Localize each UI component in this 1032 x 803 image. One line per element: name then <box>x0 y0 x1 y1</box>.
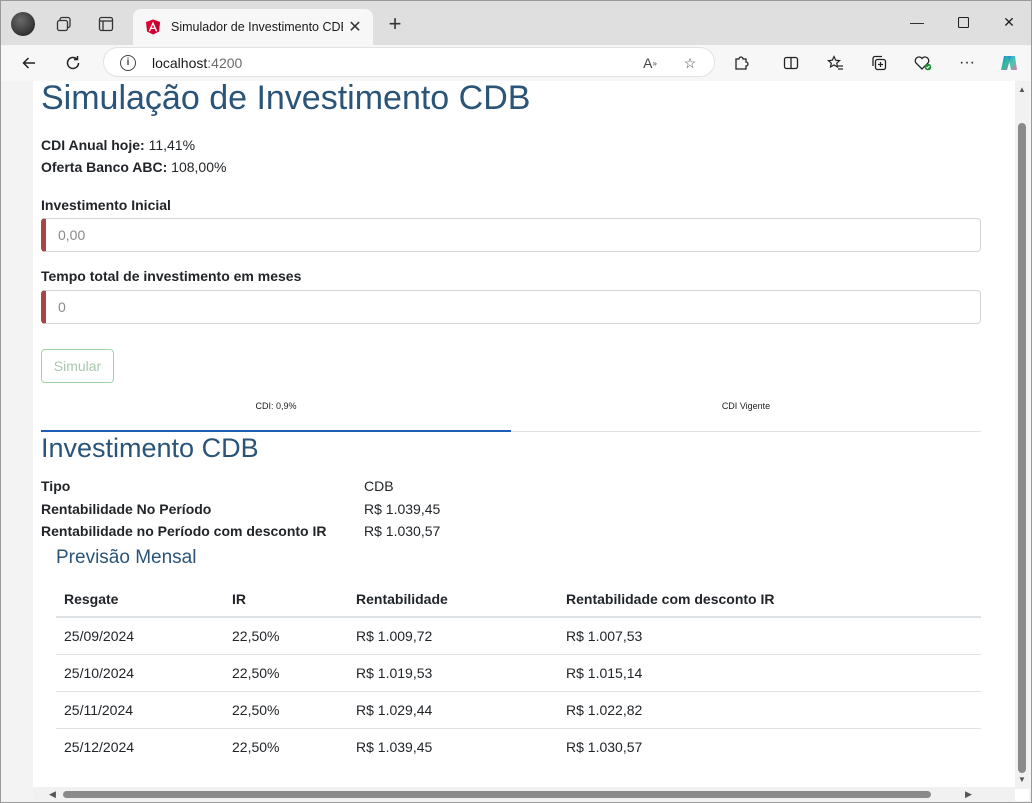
table-cell: 22,50% <box>224 691 348 729</box>
column-header: IR <box>224 580 348 618</box>
extensions-icon[interactable] <box>727 49 755 77</box>
horizontal-scrollbar[interactable]: ◀ ▶ <box>33 787 1015 801</box>
months-field[interactable] <box>41 290 981 324</box>
table-header-row: Resgate IR Rentabilidade Rentabilidade c… <box>56 580 981 618</box>
table-row: 25/10/2024 22,50% R$ 1.019,53 R$ 1.015,1… <box>56 654 981 692</box>
collections-icon[interactable] <box>865 49 893 77</box>
table-cell: R$ 1.015,14 <box>558 654 981 692</box>
table-cell: R$ 1.022,82 <box>558 691 981 729</box>
refresh-icon[interactable] <box>59 49 87 77</box>
page-title: Simulação de Investimento CDB <box>41 81 531 117</box>
tab-title: Simulador de Investimento CDB <box>171 20 343 34</box>
column-header: Resgate <box>56 580 224 618</box>
scroll-up-icon[interactable]: ▲ <box>1017 85 1027 94</box>
tab-strip: Simulador de Investimento CDB ✕ + — ✕ <box>1 1 1031 45</box>
tab-cdi-09[interactable]: CDI: 0,9% <box>41 395 511 432</box>
maximize-icon[interactable] <box>943 9 983 35</box>
cdi-tabs: CDI: 0,9% CDI Vigente <box>41 395 981 432</box>
tab-actions-icon[interactable] <box>93 11 119 37</box>
initial-investment-label: Investimento Inicial <box>41 197 171 213</box>
table-cell: 22,50% <box>224 654 348 692</box>
table-cell: R$ 1.019,53 <box>348 654 558 692</box>
split-screen-icon[interactable] <box>777 49 805 77</box>
table-cell: R$ 1.009,72 <box>348 617 558 655</box>
table-row: 25/09/2024 22,50% R$ 1.009,72 R$ 1.007,5… <box>56 617 981 655</box>
address-bar[interactable]: i localhost:4200 A» ☆ <box>103 47 715 77</box>
favorites-icon[interactable] <box>821 49 849 77</box>
scroll-down-icon[interactable]: ▼ <box>1017 775 1027 784</box>
more-menu-icon[interactable]: ··· <box>953 49 981 77</box>
table-cell: R$ 1.007,53 <box>558 617 981 655</box>
profile-avatar[interactable] <box>11 12 35 36</box>
section-title: Investimento CDB <box>41 433 259 463</box>
table-cell: 25/12/2024 <box>64 738 135 755</box>
table-cell: R$ 1.039,45 <box>356 738 433 755</box>
read-aloud-icon[interactable]: A» <box>640 53 660 73</box>
table-cell: 25/10/2024 <box>56 654 224 692</box>
browser-window: Simulador de Investimento CDB ✕ + — ✕ i … <box>0 0 1032 803</box>
navigation-bar: i localhost:4200 A» ☆ ··· <box>1 45 1031 81</box>
forecast-title: Previsão Mensal <box>56 547 197 568</box>
tab-cdi-vigente[interactable]: CDI Vigente <box>511 395 981 431</box>
workspaces-icon[interactable] <box>51 11 77 37</box>
cdi-info: CDI Anual hoje: 11,41% <box>41 137 196 153</box>
url-text: localhost:4200 <box>152 55 243 71</box>
browser-tab-active[interactable]: Simulador de Investimento CDB ✕ <box>133 9 373 45</box>
horizontal-scroll-thumb[interactable] <box>63 791 931 798</box>
close-window-icon[interactable]: ✕ <box>989 9 1029 35</box>
months-label: Tempo total de investimento em meses <box>41 268 302 284</box>
site-info-icon[interactable]: i <box>120 55 136 71</box>
minimize-icon[interactable]: — <box>897 9 937 35</box>
page-viewport: Simulação de Investimento CDB CDI Anual … <box>33 81 1029 801</box>
initial-investment-input[interactable] <box>46 219 980 251</box>
table-row: 25/11/2024 22,50% R$ 1.029,44 R$ 1.022,8… <box>56 691 981 729</box>
column-header: Rentabilidade com desconto IR <box>558 580 981 618</box>
vertical-scrollbar[interactable]: ▲ ▼ <box>1015 81 1029 789</box>
column-header: Rentabilidade <box>348 580 558 618</box>
scroll-left-icon[interactable]: ◀ <box>49 789 56 800</box>
browser-essentials-icon[interactable] <box>909 49 937 77</box>
table-cell: R$ 1.029,44 <box>348 691 558 729</box>
table-cell: 25/09/2024 <box>56 617 224 655</box>
table-row: 25/12/2024 22,50% R$ 1.039,45 R$ 1.030,5… <box>56 728 981 765</box>
table-cell: 25/11/2024 <box>56 691 224 729</box>
simulate-button[interactable]: Simular <box>41 349 114 383</box>
new-tab-icon[interactable]: + <box>383 12 407 36</box>
angular-icon <box>146 19 160 35</box>
close-tab-icon[interactable]: ✕ <box>343 17 367 37</box>
forecast-table: Resgate IR Rentabilidade Rentabilidade c… <box>56 580 981 765</box>
offer-info: Oferta Banco ABC: 108,00% <box>41 159 227 175</box>
table-cell: 22,50% <box>232 738 280 755</box>
favorite-star-icon[interactable]: ☆ <box>680 53 700 73</box>
months-input[interactable] <box>46 291 980 323</box>
table-cell: R$ 1.030,57 <box>566 738 643 755</box>
copilot-icon[interactable] <box>995 49 1023 77</box>
vertical-scroll-thumb[interactable] <box>1018 123 1026 773</box>
scroll-right-icon[interactable]: ▶ <box>965 789 972 800</box>
initial-investment-field[interactable] <box>41 218 981 252</box>
back-arrow-icon[interactable] <box>15 49 43 77</box>
table-cell: 22,50% <box>224 617 348 655</box>
